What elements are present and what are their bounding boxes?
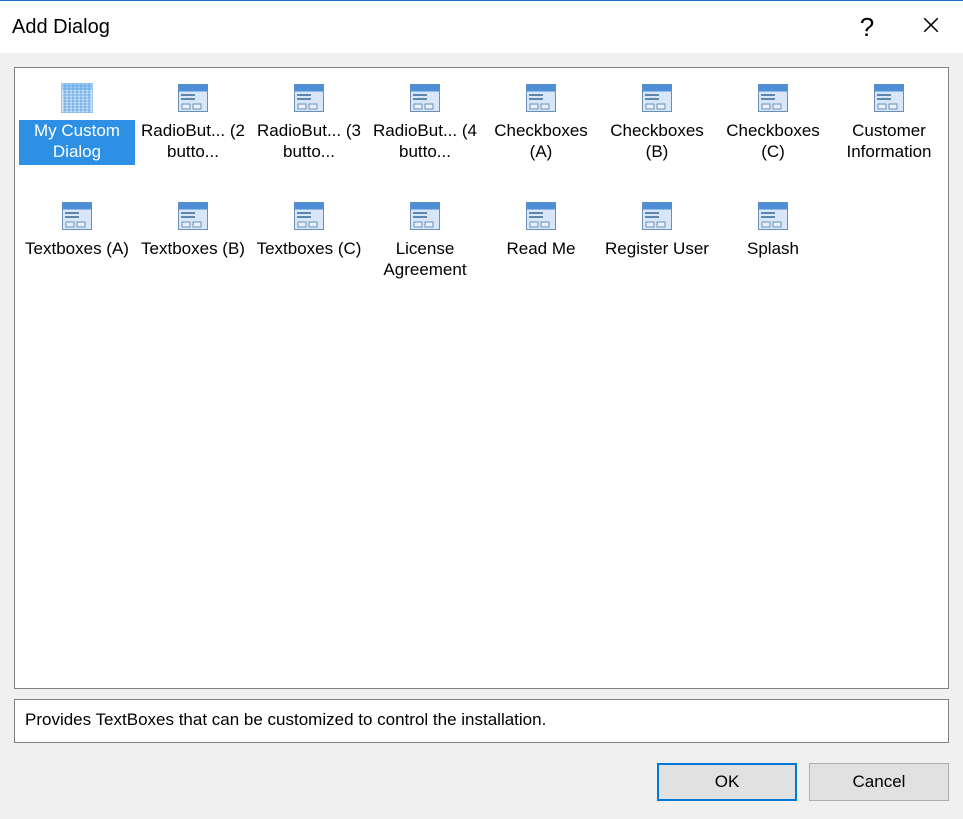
dialog-icon bbox=[410, 84, 440, 112]
dialog-item-icon bbox=[57, 80, 97, 116]
dialog-icon bbox=[758, 202, 788, 230]
dialog-icon bbox=[526, 84, 556, 112]
dialog-list-item[interactable]: RadioBut... (3 butto... bbox=[251, 74, 367, 186]
dialog-item-icon bbox=[753, 198, 793, 234]
cancel-button[interactable]: Cancel bbox=[809, 763, 949, 801]
dialog-list-item[interactable]: RadioBut... (4 butto... bbox=[367, 74, 483, 186]
dialog-list-item[interactable]: Textboxes (C) bbox=[251, 192, 367, 304]
dialog-item-label: Textboxes (C) bbox=[254, 238, 365, 259]
dialog-list-item[interactable]: Checkboxes (C) bbox=[715, 74, 831, 186]
dialog-list[interactable]: My Custom Dialog RadioBut... (2 butto...… bbox=[14, 67, 949, 689]
help-button[interactable]: ? bbox=[835, 1, 899, 53]
dialog-list-item[interactable]: Customer Information bbox=[831, 74, 947, 186]
add-dialog-window: Add Dialog ? bbox=[0, 0, 963, 819]
dialog-list-item[interactable]: Splash bbox=[715, 192, 831, 304]
dialog-item-label: RadioBut... (2 butto... bbox=[135, 120, 251, 163]
window-title: Add Dialog bbox=[12, 16, 835, 39]
dialog-item-icon bbox=[521, 198, 561, 234]
dialog-item-label: Checkboxes (C) bbox=[715, 120, 831, 163]
dialog-item-icon bbox=[753, 80, 793, 116]
close-icon bbox=[922, 14, 940, 40]
dialog-item-label: RadioBut... (3 butto... bbox=[251, 120, 367, 163]
dialog-selected-icon bbox=[61, 83, 93, 113]
dialog-item-icon bbox=[289, 80, 329, 116]
dialog-list-item[interactable]: Textboxes (B) bbox=[135, 192, 251, 304]
dialog-item-icon bbox=[521, 80, 561, 116]
dialog-list-item[interactable]: Checkboxes (A) bbox=[483, 74, 599, 186]
description-pane: Provides TextBoxes that can be customize… bbox=[14, 699, 949, 743]
dialog-list-item[interactable]: Register User bbox=[599, 192, 715, 304]
dialog-item-icon bbox=[289, 198, 329, 234]
titlebar: Add Dialog ? bbox=[0, 1, 963, 53]
dialog-icon bbox=[178, 202, 208, 230]
dialog-icon bbox=[642, 84, 672, 112]
dialog-list-item[interactable]: Textboxes (A) bbox=[19, 192, 135, 304]
dialog-list-item[interactable]: Checkboxes (B) bbox=[599, 74, 715, 186]
dialog-item-label: Checkboxes (A) bbox=[483, 120, 599, 163]
dialog-list-item[interactable]: License Agreement bbox=[367, 192, 483, 304]
close-button[interactable] bbox=[899, 1, 963, 53]
dialog-item-icon bbox=[173, 198, 213, 234]
dialog-item-label: Textboxes (A) bbox=[22, 238, 132, 259]
dialog-item-label: Textboxes (B) bbox=[138, 238, 248, 259]
dialog-icon bbox=[294, 202, 324, 230]
dialog-icon bbox=[758, 84, 788, 112]
button-bar: OK Cancel bbox=[14, 753, 949, 805]
dialog-item-icon bbox=[173, 80, 213, 116]
dialog-item-icon bbox=[57, 198, 97, 234]
dialog-item-label: License Agreement bbox=[367, 238, 483, 281]
dialog-icon bbox=[642, 202, 672, 230]
dialog-item-label: My Custom Dialog bbox=[19, 120, 135, 165]
dialog-icon bbox=[874, 84, 904, 112]
dialog-icon bbox=[294, 84, 324, 112]
dialog-item-label: Register User bbox=[602, 238, 712, 259]
dialog-icon bbox=[410, 202, 440, 230]
dialog-item-label: Read Me bbox=[504, 238, 579, 259]
dialog-icon bbox=[526, 202, 556, 230]
dialog-item-icon bbox=[405, 198, 445, 234]
dialog-item-label: RadioBut... (4 butto... bbox=[367, 120, 483, 163]
dialog-item-icon bbox=[637, 198, 677, 234]
dialog-list-item[interactable]: RadioBut... (2 butto... bbox=[135, 74, 251, 186]
dialog-item-icon bbox=[637, 80, 677, 116]
dialog-item-icon bbox=[405, 80, 445, 116]
dialog-list-item[interactable]: My Custom Dialog bbox=[19, 74, 135, 186]
help-icon: ? bbox=[860, 14, 874, 40]
dialog-item-label: Customer Information bbox=[831, 120, 947, 163]
dialog-item-label: Splash bbox=[744, 238, 802, 259]
dialog-body: My Custom Dialog RadioBut... (2 butto...… bbox=[0, 53, 963, 819]
dialog-list-item[interactable]: Read Me bbox=[483, 192, 599, 304]
dialog-icon bbox=[178, 84, 208, 112]
dialog-item-icon bbox=[869, 80, 909, 116]
dialog-icon bbox=[62, 202, 92, 230]
ok-button[interactable]: OK bbox=[657, 763, 797, 801]
dialog-item-label: Checkboxes (B) bbox=[599, 120, 715, 163]
